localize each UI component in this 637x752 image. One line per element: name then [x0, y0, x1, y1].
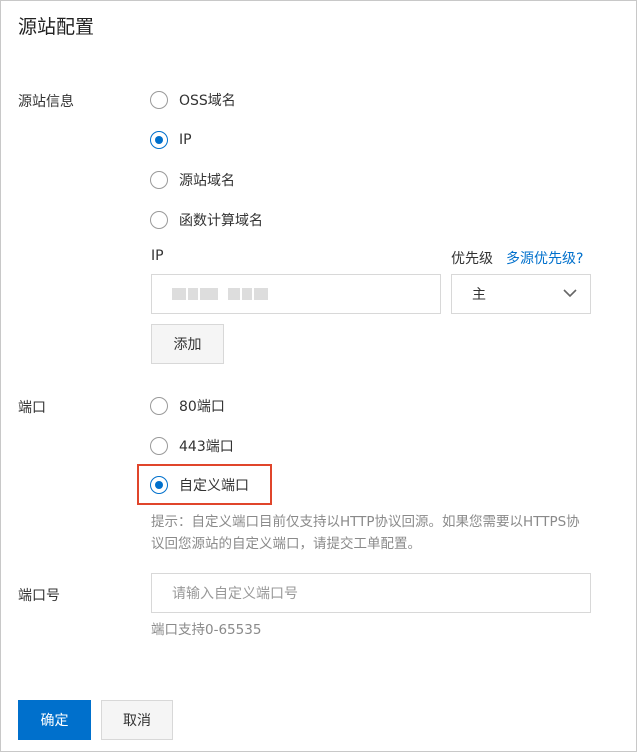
port-number-label: 端口号	[18, 588, 60, 604]
custom-port-hint-line-1: 提示：自定义端口目前仅支持以HTTP协议回源。如果您需要以HTTPS协	[151, 514, 580, 530]
radio-label: IP	[179, 132, 192, 148]
radio-checked-icon[interactable]	[150, 131, 168, 149]
priority-selected-value: 主	[472, 287, 486, 303]
radio-circle-icon[interactable]	[150, 397, 168, 415]
custom-port-hint-line-2: 议回您源站的自定义端口，请提交工单配置。	[151, 536, 421, 552]
origin-config-dialog: 源站配置 源站信息 OSS域名 IP 源站域名 函数计算域名 IP 优先级 多源…	[0, 0, 637, 752]
radio-label: OSS域名	[179, 93, 236, 109]
origin-info-label: 源站信息	[18, 94, 74, 110]
radio-port-443[interactable]: 443端口	[150, 435, 234, 457]
multi-origin-priority-help-link[interactable]: 多源优先级?	[506, 248, 583, 268]
add-ip-button[interactable]: 添加	[151, 324, 224, 364]
ip-field-label: IP	[151, 248, 164, 264]
radio-circle-icon[interactable]	[150, 171, 168, 189]
masked-ip-value	[172, 288, 268, 300]
priority-select[interactable]: 主	[451, 274, 591, 314]
radio-ip[interactable]: IP	[150, 129, 192, 151]
radio-label: 443端口	[179, 439, 234, 455]
port-range-hint: 端口支持0-65535	[151, 622, 262, 638]
radio-label: 函数计算域名	[179, 213, 263, 229]
radio-circle-icon[interactable]	[150, 437, 168, 455]
cancel-button[interactable]: 取消	[101, 700, 173, 740]
confirm-button[interactable]: 确定	[18, 700, 91, 740]
radio-origin-domain[interactable]: 源站域名	[150, 169, 235, 191]
dialog-title: 源站配置	[18, 16, 95, 38]
custom-port-highlight-box	[137, 464, 272, 505]
chevron-down-icon	[563, 289, 577, 298]
radio-label: 80端口	[179, 399, 225, 415]
radio-label: 源站域名	[179, 173, 235, 189]
radio-function-compute-domain[interactable]: 函数计算域名	[150, 209, 263, 231]
port-number-placeholder: 请输入自定义端口号	[172, 586, 298, 602]
radio-port-80[interactable]: 80端口	[150, 395, 225, 417]
port-label: 端口	[18, 400, 46, 416]
radio-circle-icon[interactable]	[150, 211, 168, 229]
radio-circle-icon[interactable]	[150, 91, 168, 109]
port-number-input[interactable]: 请输入自定义端口号	[151, 573, 591, 613]
radio-oss-domain[interactable]: OSS域名	[150, 89, 236, 111]
ip-input[interactable]	[151, 274, 441, 314]
priority-label: 优先级	[451, 251, 493, 267]
